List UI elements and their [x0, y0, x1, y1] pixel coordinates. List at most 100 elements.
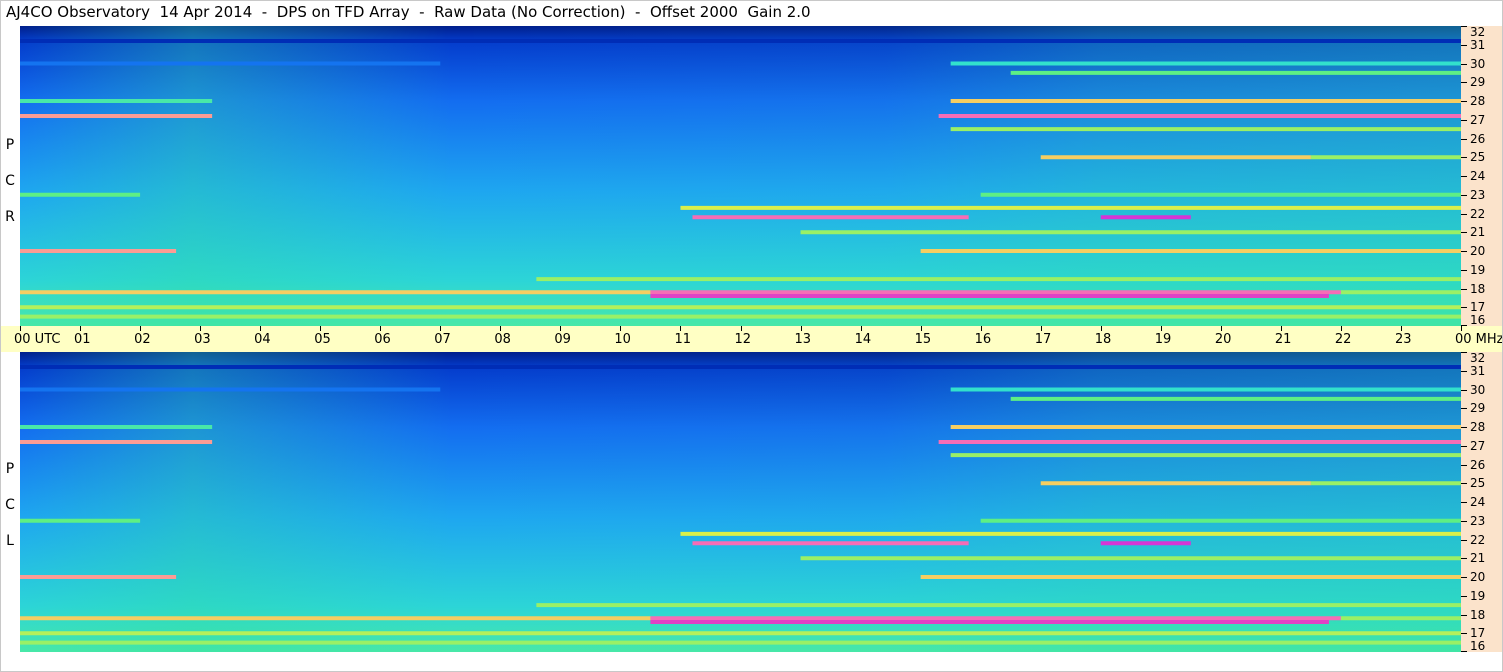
frequency-tick	[1461, 539, 1467, 541]
frequency-tick	[1461, 614, 1467, 616]
frequency-tick	[1461, 288, 1467, 290]
spectrogram-band	[536, 277, 1461, 282]
time-tick-label: 02	[134, 332, 151, 347]
frequency-tick	[1461, 370, 1467, 372]
frequency-tick	[1461, 26, 1467, 27]
spectrogram-band	[692, 215, 969, 220]
spectrogram-band	[1010, 70, 1461, 75]
frequency-tick	[1461, 427, 1467, 428]
spectrogram-band	[980, 192, 1461, 197]
spectrogram-band	[980, 518, 1461, 523]
time-tick	[80, 326, 82, 331]
utc-time-axis: 00 UTC 01 02 03 04 05 06 07 08 09 10 11 12 13 14 15 16 17…	[0, 326, 1503, 352]
spectrogram-band	[20, 305, 1461, 310]
time-tick	[1400, 326, 1402, 331]
frequency-tick	[1461, 307, 1467, 309]
lcp-spectrogram-panel	[20, 352, 1461, 652]
time-tick-label: 00 MHz	[1455, 332, 1503, 347]
spectrogram-band	[1100, 215, 1191, 220]
frequency-tick	[1461, 176, 1467, 177]
spectrogram-band	[680, 531, 1461, 536]
spectrogram-band	[938, 440, 1461, 444]
time-tick-label: 17	[1034, 332, 1052, 347]
spectrogram-band	[20, 631, 1461, 636]
frequency-tick-label: 20	[1470, 244, 1486, 258]
spectrogram-band	[20, 365, 1461, 369]
frequency-tick-label: 28	[1470, 94, 1486, 108]
frequency-tick	[1461, 213, 1467, 215]
time-tick	[1040, 326, 1042, 331]
frequency-tick	[1461, 577, 1467, 578]
frequency-tick	[1461, 138, 1467, 140]
time-tick-label: 12	[734, 332, 752, 347]
frequency-tick	[1461, 63, 1467, 65]
spectrogram-band	[950, 127, 1461, 132]
time-tick	[260, 326, 262, 331]
time-tick-label: 19	[1154, 332, 1172, 347]
frequency-tick	[1461, 558, 1467, 560]
time-tick-label: 23	[1394, 332, 1412, 347]
frequency-tick-label: 29	[1470, 401, 1486, 416]
frequency-tick-label: 20	[1470, 570, 1486, 584]
spectrogram-band	[1340, 290, 1461, 295]
spectrogram-band	[650, 294, 1329, 298]
time-tick-label: 04	[254, 332, 271, 347]
polarization-letter: P	[5, 137, 15, 153]
time-tick-label: 07	[434, 332, 451, 347]
spectrogram-band	[1010, 396, 1461, 401]
spectrogram-band	[920, 249, 1461, 253]
time-tick	[980, 326, 982, 331]
time-tick	[1220, 326, 1222, 331]
spectrogram-band	[1310, 155, 1461, 160]
frequency-tick-label: 17	[1470, 300, 1486, 315]
frequency-tick-label: 23	[1470, 513, 1486, 528]
spectrogram-band	[20, 387, 441, 392]
frequency-tick-label: 30	[1470, 56, 1486, 71]
frequency-tick-label: 25	[1470, 150, 1486, 165]
rcp-spectrogram-panel	[20, 26, 1461, 326]
time-tick-label: 13	[794, 332, 812, 347]
frequency-tick	[1461, 157, 1467, 159]
frequency-tick-label: 18	[1470, 607, 1486, 622]
spectrogram-band	[950, 61, 1461, 66]
spectrogram-band	[20, 314, 1461, 319]
spectrogram-band	[20, 616, 651, 621]
frequency-tick	[1461, 520, 1467, 522]
frequency-tick-label: 22	[1470, 206, 1486, 221]
frequency-tick	[1461, 502, 1467, 503]
time-tick-label: 16	[974, 332, 992, 347]
spectrogram-band	[650, 290, 1341, 295]
frequency-tick	[1461, 232, 1467, 234]
time-tick-label: 14	[854, 332, 872, 347]
time-tick-label: 06	[374, 332, 391, 347]
frequency-tick	[1461, 445, 1467, 447]
frequency-tick-label: 27	[1470, 438, 1486, 453]
frequency-tick	[1461, 595, 1467, 597]
frequency-tick	[1461, 251, 1467, 252]
time-tick	[800, 326, 802, 331]
time-tick-label: 03	[194, 332, 211, 347]
lcp-frequency-axis: 32 31 30 29 28 27 26 25 24 23 22 21 20 19 18 17 16	[1461, 352, 1503, 652]
spectrogram-band	[20, 640, 1461, 645]
spectrogram-band	[650, 620, 1329, 624]
frequency-tick	[1461, 408, 1467, 410]
time-tick	[1340, 326, 1342, 331]
frequency-tick-label: 32	[1470, 351, 1486, 365]
frequency-tick	[1461, 651, 1467, 652]
frequency-tick-label: 19	[1470, 588, 1486, 603]
spectrogram-band	[692, 541, 969, 546]
time-tick	[500, 326, 502, 331]
spectrogram-band	[1100, 541, 1191, 546]
polarization-label-rcp: P C R	[3, 127, 17, 235]
frequency-tick-label: 21	[1470, 225, 1486, 240]
time-tick-label: 00 UTC	[14, 332, 61, 347]
frequency-tick-label: 25	[1470, 476, 1486, 491]
time-tick-label: 05	[314, 332, 331, 347]
frequency-tick	[1461, 101, 1467, 102]
spectrogram-band	[800, 230, 1461, 235]
spectrogram-band	[1340, 616, 1461, 621]
polarization-letter: C	[5, 497, 15, 513]
frequency-tick-label: 31	[1470, 37, 1486, 52]
spectrogram-band	[20, 518, 141, 523]
frequency-tick	[1461, 269, 1467, 271]
